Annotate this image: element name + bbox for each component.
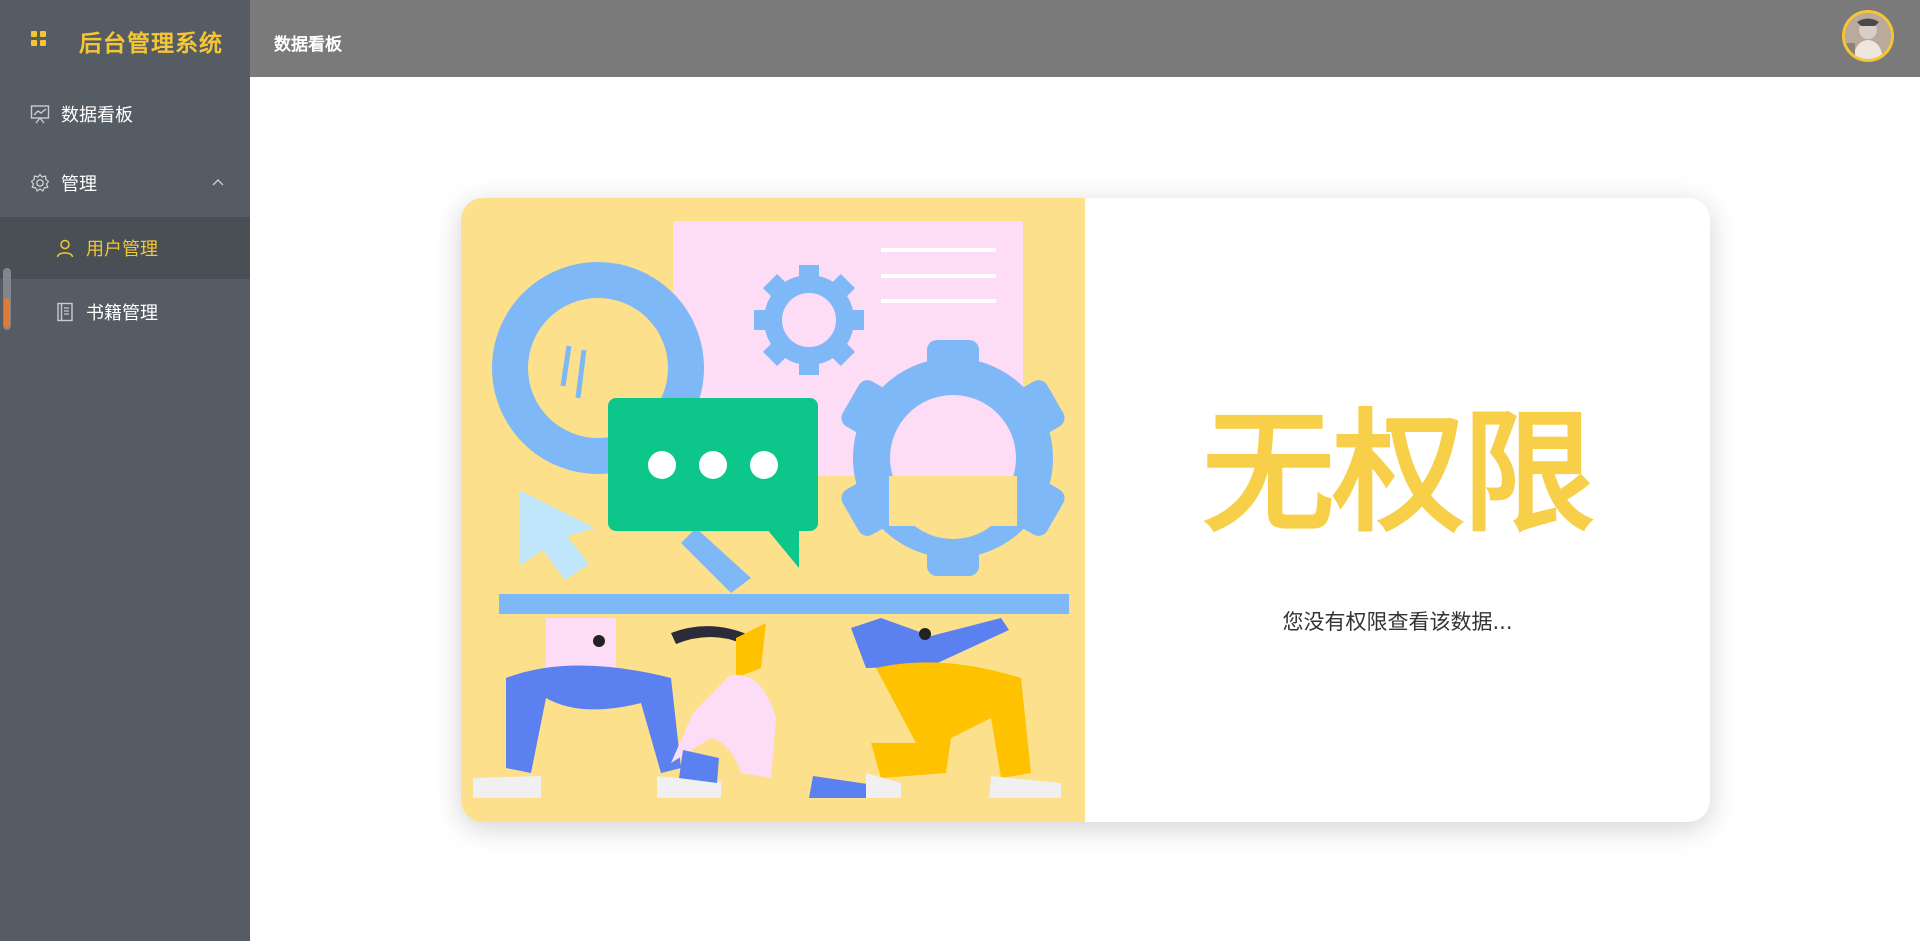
logo[interactable]: 后台管理系统 bbox=[0, 0, 250, 78]
user-icon bbox=[56, 239, 74, 258]
scrollbar-thumb[interactable] bbox=[4, 298, 10, 328]
chart-board-icon bbox=[30, 105, 50, 124]
sidebar-item-label: 数据看板 bbox=[61, 105, 133, 126]
sidebar-item-label: 用户管理 bbox=[86, 239, 158, 260]
no-permission-card: 无权限 您没有权限查看该数据... bbox=[461, 198, 1710, 822]
top-bar: 数据看板 bbox=[250, 0, 1920, 77]
sidebar-scrollbar[interactable] bbox=[3, 268, 11, 330]
sidebar-item-label: 管理 bbox=[61, 174, 97, 195]
chevron-up-icon[interactable] bbox=[211, 178, 225, 188]
app-title: 后台管理系统 bbox=[79, 31, 223, 57]
no-permission-message: 您没有权限查看该数据... bbox=[1282, 610, 1513, 634]
grid-icon bbox=[31, 31, 47, 47]
gear-icon bbox=[30, 173, 50, 192]
sidebar-item-dashboard[interactable]: 数据看板 bbox=[0, 82, 250, 146]
sidebar: 后台管理系统 数据看板 管理 用户管理 书籍管理 bbox=[0, 0, 250, 941]
sidebar-item-manage[interactable]: 管理 bbox=[0, 151, 250, 215]
sidebar-item-label: 书籍管理 bbox=[86, 303, 158, 324]
no-permission-illustration bbox=[461, 198, 1085, 822]
sidebar-item-user-management[interactable]: 用户管理 bbox=[0, 217, 250, 279]
sidebar-item-book-management[interactable]: 书籍管理 bbox=[0, 281, 250, 343]
breadcrumb[interactable]: 数据看板 bbox=[274, 30, 342, 55]
no-permission-title: 无权限 bbox=[1202, 397, 1595, 551]
book-icon bbox=[57, 302, 73, 322]
avatar[interactable] bbox=[1842, 10, 1894, 62]
